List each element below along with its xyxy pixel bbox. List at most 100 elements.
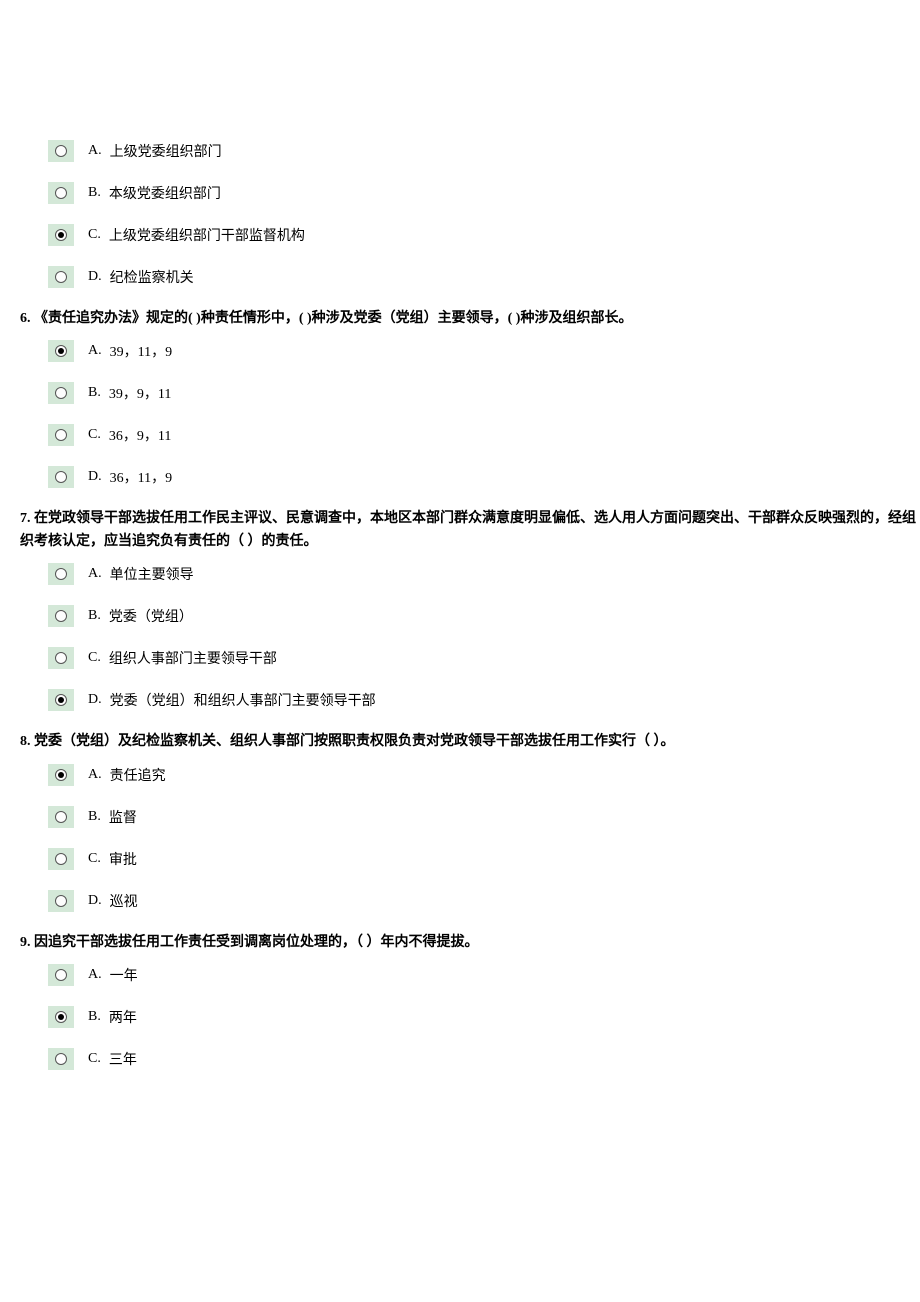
question-number: 8.: [20, 734, 31, 749]
radio-button[interactable]: [48, 964, 74, 986]
radio-circle-icon: [55, 345, 67, 357]
option-row: C. 36，9，11: [0, 424, 920, 446]
option-text: 纪检监察机关: [110, 267, 194, 287]
option-row: A. 上级党委组织部门: [0, 140, 920, 162]
radio-circle-icon: [55, 145, 67, 157]
question: 9. 因追究干部选拔任用工作责任受到调离岗位处理的，（ ）年内不得提拔。: [0, 932, 920, 954]
option-row: B. 监督: [0, 806, 920, 828]
option-letter: B.: [88, 385, 101, 401]
option-letter: D.: [88, 893, 102, 909]
option-row: B. 39，9，11: [0, 382, 920, 404]
radio-button[interactable]: [48, 1006, 74, 1028]
option-row: C. 审批: [0, 848, 920, 870]
radio-circle-icon: [55, 811, 67, 823]
radio-button[interactable]: [48, 605, 74, 627]
radio-circle-icon: [55, 969, 67, 981]
option-letter: A.: [88, 143, 102, 159]
options-list: A. 39，11，9 B. 39，9，11 C. 36，9，11 D. 36，11，9: [0, 340, 920, 488]
option-letter: C.: [88, 851, 101, 867]
option-text: 巡视: [110, 891, 138, 911]
radio-circle-icon: [55, 187, 67, 199]
option-row: C. 上级党委组织部门干部监督机构: [0, 224, 920, 246]
option-row: A. 责任追究: [0, 764, 920, 786]
option-text: 党委（党组）: [109, 606, 193, 626]
radio-circle-icon: [55, 610, 67, 622]
radio-dot-icon: [58, 772, 64, 778]
radio-button[interactable]: [48, 764, 74, 786]
options-list: A. 上级党委组织部门B. 本级党委组织部门C. 上级党委组织部门干部监督机构D…: [0, 140, 920, 288]
option-letter: D.: [88, 469, 102, 485]
question-text: 8. 党委（党组）及纪检监察机关、组织人事部门按照职责权限负责对党政领导干部选拔…: [0, 731, 920, 753]
option-text: 一年: [110, 965, 138, 985]
radio-circle-icon: [55, 271, 67, 283]
option-letter: D.: [88, 692, 102, 708]
radio-button[interactable]: [48, 140, 74, 162]
option-letter: B.: [88, 185, 101, 201]
question-text: 7. 在党政领导干部选拔任用工作民主评议、民意调查中，本地区本部门群众满意度明显…: [0, 508, 920, 553]
radio-dot-icon: [58, 348, 64, 354]
radio-button[interactable]: [48, 806, 74, 828]
options-list: A. 一年B. 两年C. 三年: [0, 964, 920, 1070]
option-text: 单位主要领导: [110, 564, 194, 584]
radio-circle-icon: [55, 1053, 67, 1065]
option-text: 责任追究: [110, 765, 166, 785]
radio-button[interactable]: [48, 340, 74, 362]
radio-button[interactable]: [48, 424, 74, 446]
option-text: 上级党委组织部门: [110, 141, 222, 161]
question: 8. 党委（党组）及纪检监察机关、组织人事部门按照职责权限负责对党政领导干部选拔…: [0, 731, 920, 753]
question-body: 在党政领导干部选拔任用工作民主评议、民意调查中，本地区本部门群众满意度明显偏低、…: [20, 511, 916, 548]
radio-button[interactable]: [48, 1048, 74, 1070]
radio-button[interactable]: [48, 382, 74, 404]
option-row: C. 三年: [0, 1048, 920, 1070]
radio-circle-icon: [55, 471, 67, 483]
option-letter: B.: [88, 608, 101, 624]
question-body: 《责任追究办法》规定的( )种责任情形中，( )种涉及党委（党组）主要领导，( …: [31, 311, 633, 326]
option-row: D. 纪检监察机关: [0, 266, 920, 288]
radio-circle-icon: [55, 229, 67, 241]
option-letter: A.: [88, 566, 102, 582]
radio-button[interactable]: [48, 848, 74, 870]
question-text: 6. 《责任追究办法》规定的( )种责任情形中，( )种涉及党委（党组）主要领导…: [0, 308, 920, 330]
option-text: 组织人事部门主要领导干部: [109, 648, 277, 668]
option-text: 党委（党组）和组织人事部门主要领导干部: [110, 690, 376, 710]
option-row: A. 一年: [0, 964, 920, 986]
option-text: 39，9，11: [109, 383, 171, 403]
question-number: 7.: [20, 511, 31, 526]
radio-button[interactable]: [48, 266, 74, 288]
radio-circle-icon: [55, 568, 67, 580]
radio-dot-icon: [58, 697, 64, 703]
option-row: D. 党委（党组）和组织人事部门主要领导干部: [0, 689, 920, 711]
option-letter: A.: [88, 767, 102, 783]
option-letter: A.: [88, 343, 102, 359]
option-text: 监督: [109, 807, 137, 827]
radio-button[interactable]: [48, 689, 74, 711]
radio-circle-icon: [55, 853, 67, 865]
question-body: 党委（党组）及纪检监察机关、组织人事部门按照职责权限负责对党政领导干部选拔任用工…: [31, 734, 675, 749]
radio-button[interactable]: [48, 647, 74, 669]
option-letter: B.: [88, 809, 101, 825]
option-text: 两年: [109, 1007, 137, 1027]
option-row: B. 党委（党组）: [0, 605, 920, 627]
radio-dot-icon: [58, 232, 64, 238]
question: 6. 《责任追究办法》规定的( )种责任情形中，( )种涉及党委（党组）主要领导…: [0, 308, 920, 330]
radio-button[interactable]: [48, 182, 74, 204]
option-letter: C.: [88, 1051, 101, 1067]
radio-button[interactable]: [48, 563, 74, 585]
question: 7. 在党政领导干部选拔任用工作民主评议、民意调查中，本地区本部门群众满意度明显…: [0, 508, 920, 553]
option-row: D. 巡视: [0, 890, 920, 912]
radio-button[interactable]: [48, 224, 74, 246]
radio-button[interactable]: [48, 890, 74, 912]
option-text: 39，11，9: [110, 341, 172, 361]
option-text: 36，9，11: [109, 425, 171, 445]
radio-circle-icon: [55, 769, 67, 781]
option-row: D. 36，11，9: [0, 466, 920, 488]
option-row: A. 单位主要领导: [0, 563, 920, 585]
option-text: 审批: [109, 849, 137, 869]
option-text: 上级党委组织部门干部监督机构: [109, 225, 305, 245]
radio-button[interactable]: [48, 466, 74, 488]
quiz-container: A. 上级党委组织部门B. 本级党委组织部门C. 上级党委组织部门干部监督机构D…: [0, 140, 920, 1070]
question-body: 因追究干部选拔任用工作责任受到调离岗位处理的，（ ）年内不得提拔。: [31, 935, 479, 950]
option-letter: C.: [88, 427, 101, 443]
option-letter: C.: [88, 227, 101, 243]
radio-circle-icon: [55, 694, 67, 706]
